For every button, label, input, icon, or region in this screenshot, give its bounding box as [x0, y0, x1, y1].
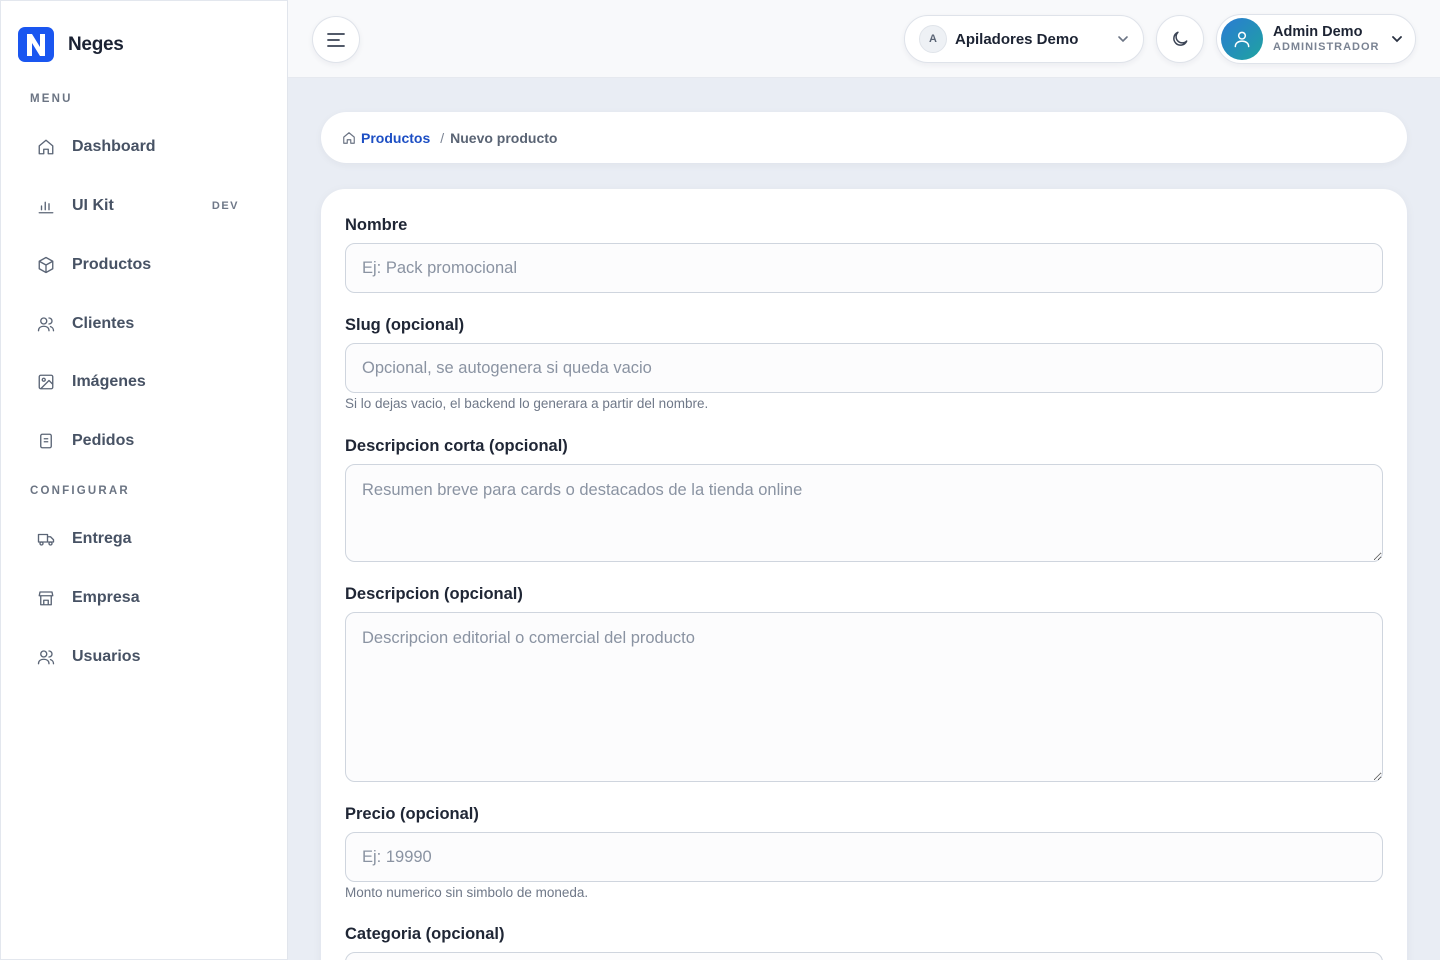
- sidebar-item-productos[interactable]: Productos: [29, 245, 255, 285]
- theme-toggle-button[interactable]: [1156, 15, 1204, 63]
- organization-select[interactable]: A Apiladores Demo: [904, 15, 1144, 63]
- sidebar: Neges MENU Dashboard UI Kit DEV Producto…: [0, 0, 288, 960]
- org-name: Apiladores Demo: [955, 30, 1079, 48]
- sidebar-item-clientes[interactable]: Clientes: [29, 304, 255, 344]
- sidebar-item-label: UI Kit: [72, 197, 114, 214]
- box-icon: [37, 256, 55, 274]
- breadcrumb-separator: /: [440, 129, 445, 146]
- avatar: [1221, 18, 1263, 60]
- bar-chart-icon: [37, 197, 55, 215]
- descripcion-corta-textarea[interactable]: [345, 464, 1383, 562]
- breadcrumb-current: Nuevo producto: [450, 129, 558, 146]
- sidebar-item-label: Empresa: [72, 589, 140, 606]
- slug-help-text: Si lo dejas vacio, el backend lo generar…: [345, 396, 709, 411]
- sidebar-item-label: Productos: [72, 256, 152, 273]
- sidebar-item-dashboard[interactable]: Dashboard: [29, 127, 255, 167]
- org-avatar: A: [919, 25, 947, 53]
- slug-input[interactable]: [345, 343, 1383, 393]
- descripcion-label: Descripcion (opcional): [345, 585, 523, 603]
- user-menu[interactable]: Admin Demo ADMINISTRADOR: [1216, 14, 1416, 64]
- sidebar-item-empresa[interactable]: Empresa: [29, 578, 255, 618]
- nombre-label: Nombre: [345, 216, 408, 234]
- brand-logo: [18, 27, 54, 62]
- precio-help-text: Monto numerico sin simbolo de moneda.: [345, 885, 589, 900]
- precio-input[interactable]: [345, 832, 1383, 882]
- n-logo-icon: [27, 33, 45, 56]
- chevron-down-icon: [1392, 36, 1402, 43]
- image-icon: [37, 373, 55, 391]
- user-icon: [1234, 31, 1250, 48]
- brand-name: Neges: [68, 33, 124, 55]
- moon-icon: [1173, 31, 1188, 46]
- sidebar-item-label: Imágenes: [72, 373, 146, 390]
- sidebar-item-label: Dashboard: [72, 138, 156, 155]
- breadcrumb-link-productos[interactable]: Productos: [361, 130, 430, 146]
- truck-icon: [37, 530, 55, 548]
- sidebar-item-imagenes[interactable]: Imágenes: [29, 362, 255, 402]
- precio-label: Precio (opcional): [345, 805, 479, 823]
- categoria-label: Categoria (opcional): [345, 925, 505, 943]
- topbar: A Apiladores Demo Admin Demo ADMINISTRAD…: [288, 0, 1440, 78]
- sidebar-item-ui-kit[interactable]: UI Kit DEV: [29, 186, 255, 226]
- descripcion-corta-label: Descripcion corta (opcional): [345, 437, 568, 455]
- breadcrumb: Productos / Nuevo producto: [321, 112, 1407, 163]
- sidebar-item-label: Clientes: [72, 315, 135, 332]
- brand[interactable]: Neges: [18, 27, 124, 62]
- sidebar-item-usuarios[interactable]: Usuarios: [29, 637, 255, 677]
- section-label-configurar: CONFIGURAR: [30, 485, 130, 497]
- sidebar-item-label: Entrega: [72, 530, 132, 547]
- menu-icon: [327, 32, 345, 47]
- users-icon: [37, 648, 55, 666]
- store-icon: [37, 589, 55, 607]
- nombre-input[interactable]: [345, 243, 1383, 293]
- chevron-down-icon: [1118, 36, 1128, 43]
- descripcion-textarea[interactable]: [345, 612, 1383, 782]
- users-icon: [37, 315, 55, 333]
- menu-toggle-button[interactable]: [312, 16, 360, 63]
- slug-label: Slug (opcional): [345, 316, 465, 334]
- user-name: Admin Demo: [1273, 24, 1363, 40]
- dev-badge: DEV: [211, 200, 239, 212]
- sidebar-item-label: Pedidos: [72, 432, 135, 449]
- receipt-icon: [37, 432, 55, 450]
- sidebar-item-entrega[interactable]: Entrega: [29, 519, 255, 559]
- home-icon[interactable]: [342, 131, 356, 145]
- product-form-card: Nombre Slug (opcional) Si lo dejas vacio…: [321, 189, 1407, 960]
- sidebar-item-pedidos[interactable]: Pedidos: [29, 421, 255, 461]
- sidebar-item-label: Usuarios: [72, 648, 141, 665]
- section-label-menu: MENU: [30, 93, 73, 105]
- categoria-select[interactable]: [345, 952, 1383, 960]
- home-icon: [37, 138, 55, 156]
- user-role: ADMINISTRADOR: [1273, 41, 1380, 53]
